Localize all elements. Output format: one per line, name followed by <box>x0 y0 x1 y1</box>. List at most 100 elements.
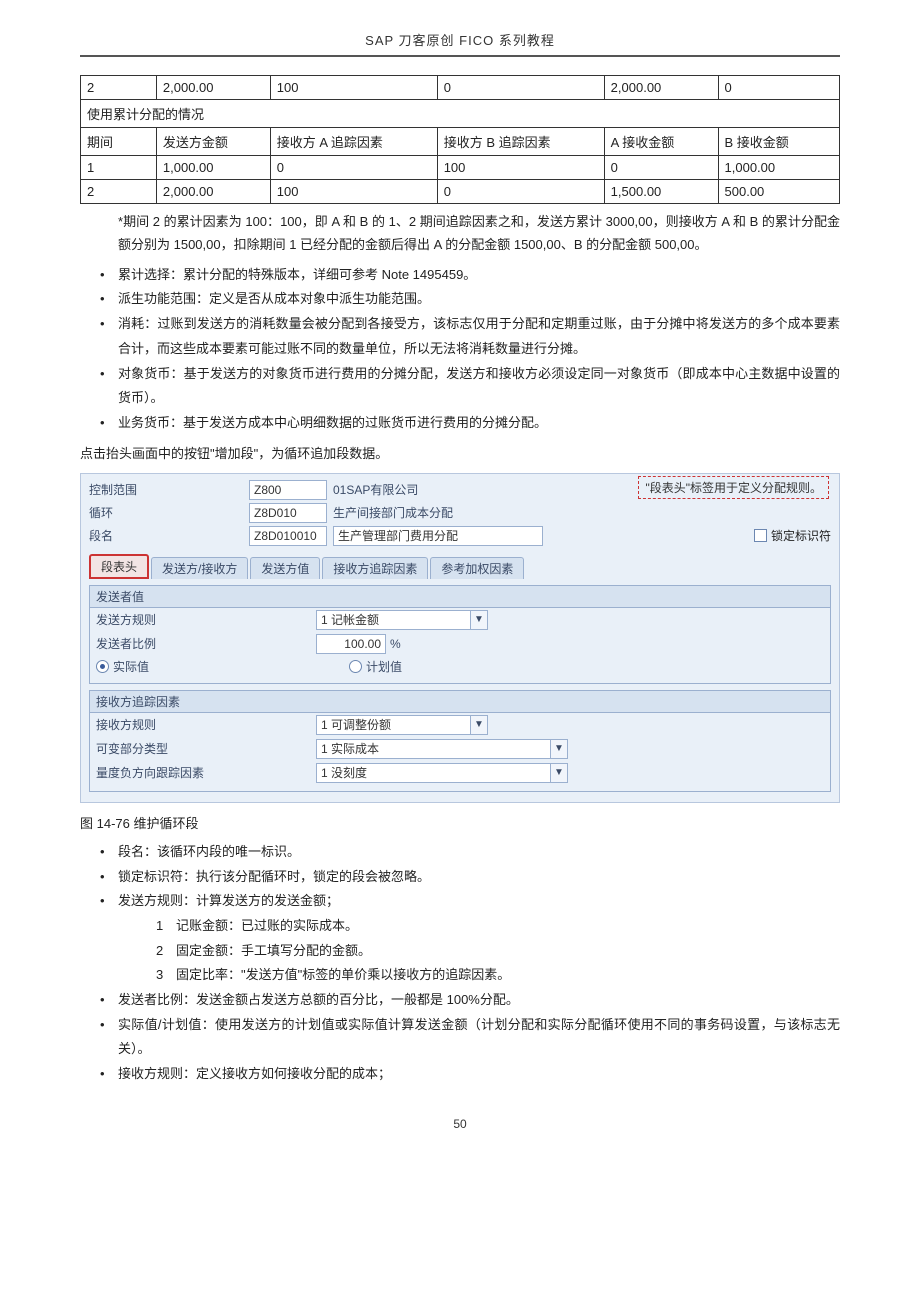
var-part-type-value: 1 实际成本 <box>317 740 550 757</box>
sender-share-label: 发送者比例 <box>96 635 316 652</box>
table-row: 2 2,000.00 100 0 2,000.00 0 <box>81 76 840 100</box>
tab-receiver-tracing[interactable]: 接收方追踪因素 <box>322 557 428 579</box>
sap-segment-panel: "段表头"标签用于定义分配规则。 控制范围 Z800 01SAP有限公司 循环 … <box>80 473 840 803</box>
controlling-area-input[interactable]: Z800 <box>249 480 327 500</box>
col-header: B 接收金额 <box>718 128 839 156</box>
cell: 1,000.00 <box>718 156 839 180</box>
receiver-tracing-group: 接收方追踪因素 接收方规则 1 可调整份额 ▼ 可变部分类型 1 实际成本 ▼ … <box>89 690 831 792</box>
list-item: 锁定标识符：执行该分配循环时，锁定的段会被忽略。 <box>100 865 840 890</box>
list-item: 派生功能范围：定义是否从成本对象中派生功能范围。 <box>100 287 840 312</box>
explanation-paragraph: *期间 2 的累计因素为 100：100，即 A 和 B 的 1、2 期间追踪因… <box>118 210 840 257</box>
list-item: 3固定比率："发送方值"标签的单价乘以接收方的追踪因素。 <box>156 963 840 988</box>
cell: 0 <box>718 76 839 100</box>
page-number: 50 <box>80 1117 840 1131</box>
cell: 2 <box>81 76 157 100</box>
sender-rule-label: 发送方规则 <box>96 611 316 628</box>
sender-values-group: 发送者值 发送方规则 1 记帐金额 ▼ 发送者比例 100.00 % 实际值 <box>89 585 831 684</box>
segment-desc-input[interactable]: 生产管理部门费用分配 <box>333 526 543 546</box>
actual-value-radio[interactable]: 实际值 <box>96 658 149 675</box>
cell: 100 <box>270 180 437 204</box>
col-header: A 接收金额 <box>604 128 718 156</box>
var-part-type-dropdown[interactable]: 1 实际成本 ▼ <box>316 739 568 759</box>
col-header: 接收方 B 追踪因素 <box>437 128 604 156</box>
list-item: 消耗：过账到发送方的消耗数量会被分配到各接受方，该标志仅用于分配和定期重过账，由… <box>100 312 840 361</box>
cycle-desc: 生产间接部门成本分配 <box>333 504 831 521</box>
actual-value-label: 实际值 <box>113 658 149 675</box>
cell: 1,500.00 <box>604 180 718 204</box>
lock-checkbox[interactable] <box>754 529 767 542</box>
col-header: 接收方 A 追踪因素 <box>270 128 437 156</box>
list-item: 发送方规则：计算发送方的发送金额； 1记账金额：已过账的实际成本。 2固定金额：… <box>100 889 840 988</box>
chevron-down-icon: ▼ <box>470 716 487 734</box>
instruction-paragraph: 点击抬头画面中的按钮"增加段"，为循环追加段数据。 <box>80 442 840 465</box>
receiver-rule-dropdown[interactable]: 1 可调整份额 ▼ <box>316 715 488 735</box>
table-row: 1 1,000.00 0 100 0 1,000.00 <box>81 156 840 180</box>
lock-indicator-group: 锁定标识符 <box>754 527 831 544</box>
sender-rule-value: 1 记帐金额 <box>317 611 470 628</box>
list-item: 2固定金额：手工填写分配的金额。 <box>156 939 840 964</box>
cell: 0 <box>270 156 437 180</box>
table-header-row: 期间 发送方金额 接收方 A 追踪因素 接收方 B 追踪因素 A 接收金额 B … <box>81 128 840 156</box>
table-row: 2 2,000.00 100 0 1,500.00 500.00 <box>81 180 840 204</box>
neg-scale-dropdown[interactable]: 1 没刻度 ▼ <box>316 763 568 783</box>
list-item: 发送者比例：发送金额占发送方总额的百分比，一般都是 100%分配。 <box>100 988 840 1013</box>
radio-icon <box>96 660 109 673</box>
field-label-cycle: 循环 <box>89 504 249 521</box>
cell: 1 <box>81 156 157 180</box>
sender-values-group-title: 发送者值 <box>90 586 830 608</box>
field-label-controlling-area: 控制范围 <box>89 481 249 498</box>
cell: 100 <box>270 76 437 100</box>
cell: 0 <box>437 76 604 100</box>
cell: 100 <box>437 156 604 180</box>
list-item: 段名：该循环内段的唯一标识。 <box>100 840 840 865</box>
neg-scale-label: 量度负方向跟踪因素 <box>96 764 316 781</box>
col-header: 期间 <box>81 128 157 156</box>
list-item: 接收方规则：定义接收方如何接收分配的成本； <box>100 1062 840 1087</box>
table-section-title: 使用累计分配的情况 <box>81 100 840 128</box>
lock-label: 锁定标识符 <box>771 527 831 544</box>
cell: 1,000.00 <box>156 156 270 180</box>
segment-input[interactable]: Z8D010010 <box>249 526 327 546</box>
feature-bullet-list: 累计选择：累计分配的特殊版本，详细可参考 Note 1495459。 派生功能范… <box>100 263 840 436</box>
figure-caption: 图 14-76 维护循环段 <box>80 813 840 832</box>
table-section-row: 使用累计分配的情况 <box>81 100 840 128</box>
list-item: 对象货币：基于发送方的对象货币进行费用的分摊分配，发送方和接收方必须设定同一对象… <box>100 362 840 411</box>
neg-scale-value: 1 没刻度 <box>317 764 550 781</box>
tab-sender-receiver[interactable]: 发送方/接收方 <box>151 557 248 579</box>
cell: 500.00 <box>718 180 839 204</box>
var-part-type-label: 可变部分类型 <box>96 740 316 757</box>
col-header: 发送方金额 <box>156 128 270 156</box>
sender-share-input[interactable]: 100.00 <box>316 634 386 654</box>
receiver-tracing-group-title: 接收方追踪因素 <box>90 691 830 713</box>
cycle-input[interactable]: Z8D010 <box>249 503 327 523</box>
receiver-rule-label: 接收方规则 <box>96 716 316 733</box>
chevron-down-icon: ▼ <box>470 611 487 629</box>
receiver-rule-value: 1 可调整份额 <box>317 716 470 733</box>
list-item: 1记账金额：已过账的实际成本。 <box>156 914 840 939</box>
percent-unit: % <box>390 637 401 651</box>
tab-segment-header[interactable]: 段表头 <box>89 554 149 579</box>
page-header: SAP 刀客原创 FICO 系列教程 <box>80 30 840 57</box>
list-item: 业务货币：基于发送方成本中心明细数据的过账货币进行费用的分摊分配。 <box>100 411 840 436</box>
cell: 2,000.00 <box>156 180 270 204</box>
list-item: 累计选择：累计分配的特殊版本，详细可参考 Note 1495459。 <box>100 263 840 288</box>
sender-rule-dropdown[interactable]: 1 记帐金额 ▼ <box>316 610 488 630</box>
segment-tabs: 段表头 发送方/接收方 发送方值 接收方追踪因素 参考加权因素 <box>89 554 831 579</box>
cell: 2,000.00 <box>156 76 270 100</box>
callout-annotation: "段表头"标签用于定义分配规则。 <box>638 476 829 499</box>
tab-sender-values[interactable]: 发送方值 <box>250 557 320 579</box>
plan-value-label: 计划值 <box>366 658 402 675</box>
field-explanation-list: 段名：该循环内段的唯一标识。 锁定标识符：执行该分配循环时，锁定的段会被忽略。 … <box>100 840 840 1087</box>
chevron-down-icon: ▼ <box>550 740 567 758</box>
list-item: 实际值/计划值：使用发送方的计划值或实际值计算发送金额（计划分配和实际分配循环使… <box>100 1013 840 1062</box>
cell: 0 <box>604 156 718 180</box>
tab-ref-weight[interactable]: 参考加权因素 <box>430 557 524 579</box>
cell: 2,000.00 <box>604 76 718 100</box>
radio-icon <box>349 660 362 673</box>
sender-rule-options: 1记账金额：已过账的实际成本。 2固定金额：手工填写分配的金额。 3固定比率："… <box>156 914 840 988</box>
field-label-segment: 段名 <box>89 527 249 544</box>
plan-value-radio[interactable]: 计划值 <box>349 658 402 675</box>
allocation-examples-table: 2 2,000.00 100 0 2,000.00 0 使用累计分配的情况 期间… <box>80 75 840 204</box>
cell: 2 <box>81 180 157 204</box>
cell: 0 <box>437 180 604 204</box>
